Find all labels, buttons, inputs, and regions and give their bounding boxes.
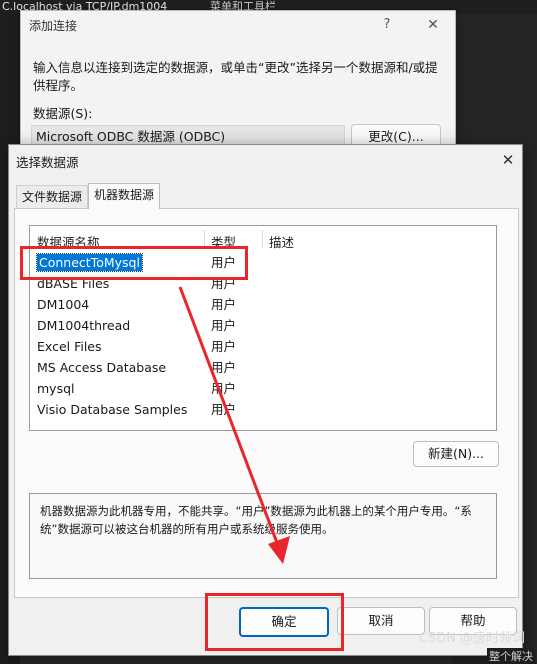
annotation-arrow bbox=[178, 286, 290, 564]
watermark: CSDN @唐时领词 bbox=[418, 631, 525, 646]
annotation-arrow-line bbox=[178, 286, 281, 549]
ide-corner-text: 整个解决 bbox=[487, 648, 535, 664]
annotation-arrow-head bbox=[268, 536, 290, 564]
